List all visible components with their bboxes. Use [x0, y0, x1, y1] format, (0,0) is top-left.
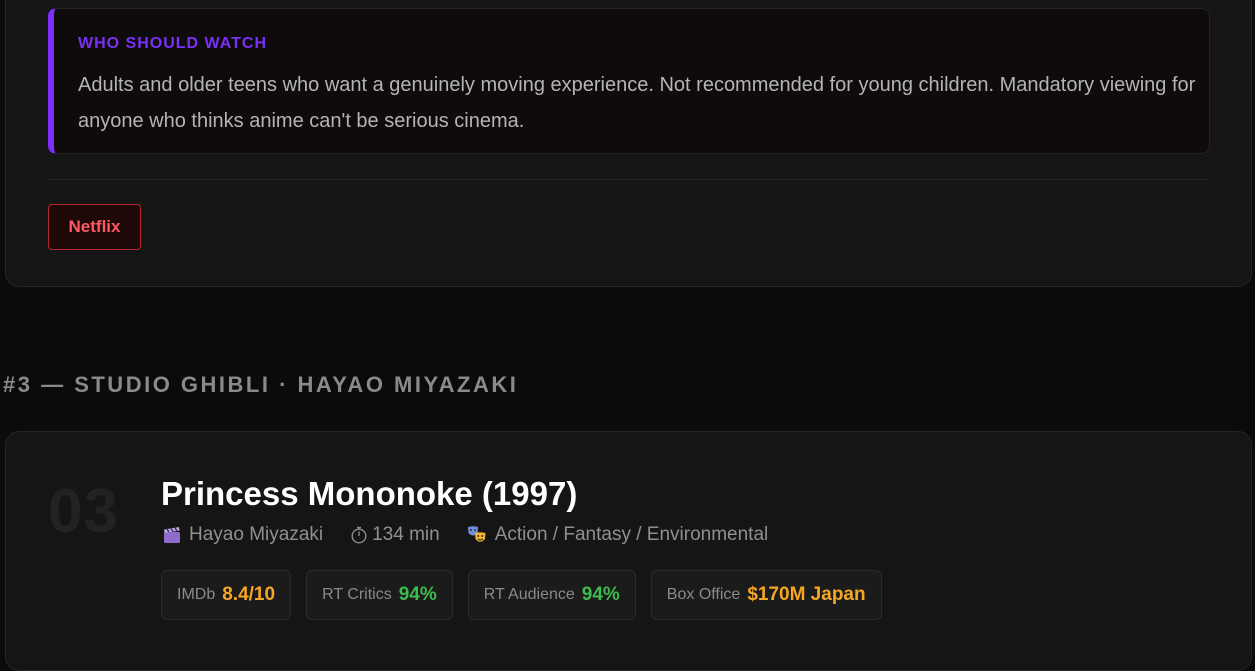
who-should-watch-box: WHO SHOULD WATCH Adults and older teens … — [48, 8, 1210, 154]
clapperboard-icon — [163, 526, 181, 544]
who-should-watch-text: Adults and older teens who want a genuin… — [78, 74, 1196, 132]
stopwatch-icon — [350, 526, 368, 544]
stat-value: $170M Japan — [747, 584, 866, 605]
stat-label: RT Audience — [483, 586, 575, 603]
ratings-row: IMDb 8.4/10 RT Critics 94% RT Audience 9… — [161, 570, 897, 620]
rank-number: 03 — [48, 477, 119, 546]
genre-value: Action / Fantasy / Environmental — [494, 524, 769, 545]
stat-label: Box Office — [666, 586, 741, 603]
netflix-button[interactable]: Netflix — [48, 204, 141, 250]
film-title: Princess Mononoke (1997) — [161, 475, 578, 512]
stat-label: IMDb — [177, 586, 216, 603]
director-meta: Hayao Miyazaki — [163, 524, 323, 546]
box-office-badge: Box Office $170M Japan — [650, 570, 882, 620]
stat-value: 94% — [398, 584, 437, 605]
rt-audience-badge: RT Audience 94% — [467, 570, 636, 620]
film-card: 03 Princess Mononoke (1997) Hayao Miyaza… — [5, 431, 1252, 671]
film-meta: Hayao Miyazaki 134 min Action / Fantasy … — [163, 524, 795, 546]
genre-meta: Action / Fantasy / Environmental — [467, 524, 769, 546]
section-heading: #3 — STUDIO GHIBLI · HAYAO MIYAZAKI — [3, 372, 519, 397]
previous-film-card: WHO SHOULD WATCH Adults and older teens … — [5, 0, 1252, 287]
runtime-meta: 134 min — [350, 524, 440, 546]
who-should-watch-title: WHO SHOULD WATCH — [78, 35, 268, 52]
theater-masks-icon — [467, 525, 487, 545]
stat-value: 8.4/10 — [222, 584, 276, 605]
divider — [48, 179, 1210, 180]
stat-value: 94% — [581, 584, 620, 605]
rt-critics-badge: RT Critics 94% — [306, 570, 453, 620]
imdb-rating-badge: IMDb 8.4/10 — [161, 570, 292, 620]
director-name: Hayao Miyazaki — [189, 524, 324, 545]
runtime-value: 134 min — [372, 524, 440, 545]
stat-label: RT Critics — [322, 586, 392, 603]
